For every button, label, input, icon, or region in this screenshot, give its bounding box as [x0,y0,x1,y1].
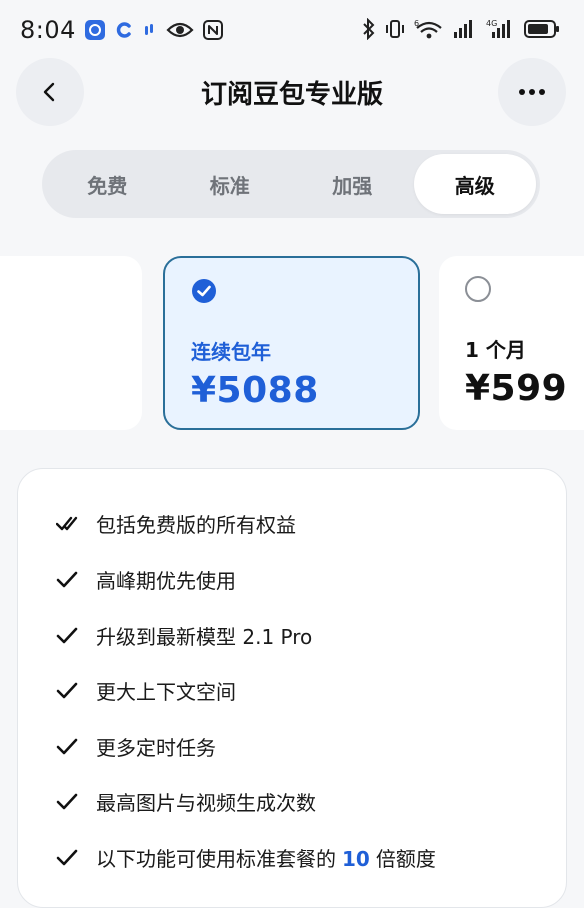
plan-price: ¥5088 [191,370,319,411]
feature-item: 以下功能可使用标准套餐的 10 倍额度 [56,841,436,873]
more-button[interactable] [498,58,566,126]
notification-dot-icon [142,20,158,40]
feature-text: 升级到最新模型 2.1 Pro [96,624,313,649]
more-horizontal-icon [519,89,545,95]
feature-item: 更多定时任务 [56,730,216,762]
bluetooth-icon [362,18,376,40]
tab-standard[interactable]: 标准 [169,154,292,214]
check-icon [56,571,78,588]
svg-text:4G: 4G [486,19,497,28]
status-bar: 8:04 6 4G [0,0,584,60]
feature-item: 包括免费版的所有权益 [56,507,296,539]
plan-card-annual[interactable]: 连续包年 ¥5088 [163,256,420,430]
check-icon [56,627,78,644]
check-icon [56,738,78,755]
feature-text: 最高图片与视频生成次数 [96,790,316,815]
plan-card-monthly[interactable]: 1 个月 ¥599 [439,256,584,430]
tab-free[interactable]: 免费 [46,154,169,214]
feature-text: 以下功能可使用标准套餐的 10 倍额度 [96,843,436,872]
feature-item: 最高图片与视频生成次数 [56,785,316,817]
plan-price: ¥599 [465,368,568,409]
feature-text: 更大上下文空间 [96,679,236,704]
tab-advanced[interactable]: 高级 [413,154,536,214]
vibrate-icon [384,18,406,40]
status-time: 8:04 [20,16,76,44]
features-card: 包括免费版的所有权益 高峰期优先使用 升级到最新模型 2.1 Pro 更大上下文… [17,468,567,908]
app-badge-icon [84,19,106,41]
tab-enhanced[interactable]: 加强 [291,154,414,214]
battery-icon [524,18,560,40]
status-right: 6 4G [362,18,560,40]
plan-tier-tabs: 免费 标准 加强 高级 [42,150,540,218]
eye-icon [166,20,194,40]
signal-icon [452,18,478,40]
wifi-6-icon: 6 [414,18,444,40]
feature-item: 更大上下文空间 [56,674,236,706]
check-icon [56,793,78,810]
feature-item: 升级到最新模型 2.1 Pro [56,619,312,651]
feature-text-after: 倍额度 [375,846,436,871]
plan-name: 连续包年 [191,340,271,364]
plan-name: 1 个月 [465,338,526,362]
feature-text: 高峰期优先使用 [96,568,236,593]
status-left: 8:04 [20,16,224,44]
svg-text:6: 6 [414,19,419,28]
checkmark-circle-icon [192,279,216,303]
check-icon [56,682,78,699]
feature-text-before: 以下功能可使用标准套餐的 [96,846,336,871]
check-icon [56,849,78,866]
c-app-icon [114,20,134,40]
page-title: 订阅豆包专业版 [200,80,383,110]
quota-multiplier: 10 [342,846,370,871]
feature-text: 包括免费版的所有权益 [96,512,296,537]
feature-text: 更多定时任务 [96,735,216,760]
double-check-icon [56,516,78,531]
plan-card-partial[interactable] [0,256,142,430]
feature-item: 高峰期优先使用 [56,563,236,595]
nfc-icon [202,19,224,41]
radio-unchecked-icon [465,276,491,302]
signal-4g-icon: 4G [486,18,516,40]
